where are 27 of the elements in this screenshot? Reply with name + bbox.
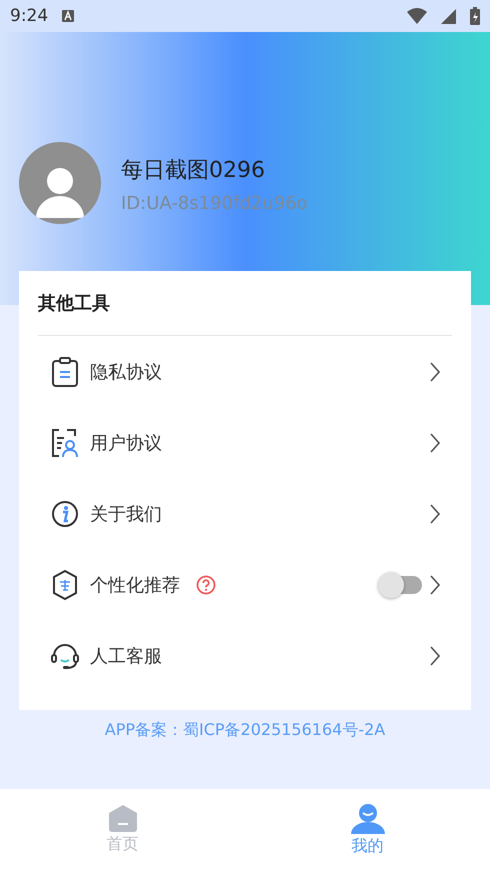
section-title: 其他工具 bbox=[38, 271, 452, 336]
clock-time: 9:24 bbox=[10, 6, 48, 26]
menu-item[interactable]: 隐私协议 bbox=[38, 336, 452, 407]
user-icon bbox=[350, 804, 384, 834]
user-name: 每日截图0296 bbox=[121, 157, 266, 185]
info-icon bbox=[51, 500, 79, 528]
user-document-icon bbox=[51, 428, 79, 458]
hexagon-icon bbox=[51, 568, 79, 600]
menu-item[interactable]: 用户协议 bbox=[38, 407, 452, 478]
chevron-right-icon bbox=[430, 432, 440, 452]
help-icon[interactable] bbox=[196, 574, 216, 594]
menu-item[interactable]: 个性化推荐 bbox=[38, 549, 452, 620]
menu-item[interactable]: 人工客服 bbox=[38, 620, 452, 691]
clipboard-icon bbox=[51, 356, 79, 388]
battery-icon bbox=[470, 7, 480, 25]
headset-icon bbox=[50, 642, 80, 670]
user-id: ID:UA-8s190fd2u96o bbox=[121, 193, 308, 214]
chevron-right-icon bbox=[430, 362, 440, 382]
signal-icon bbox=[441, 8, 456, 24]
keyboard-icon bbox=[62, 10, 74, 22]
chevron-right-icon bbox=[430, 574, 440, 594]
home-icon bbox=[108, 805, 136, 832]
chevron-right-icon bbox=[430, 504, 440, 524]
toggle-switch[interactable] bbox=[378, 572, 422, 598]
menu-item[interactable]: 关于我们 bbox=[38, 478, 452, 549]
wifi-icon bbox=[407, 8, 427, 24]
chevron-right-icon bbox=[430, 646, 440, 666]
